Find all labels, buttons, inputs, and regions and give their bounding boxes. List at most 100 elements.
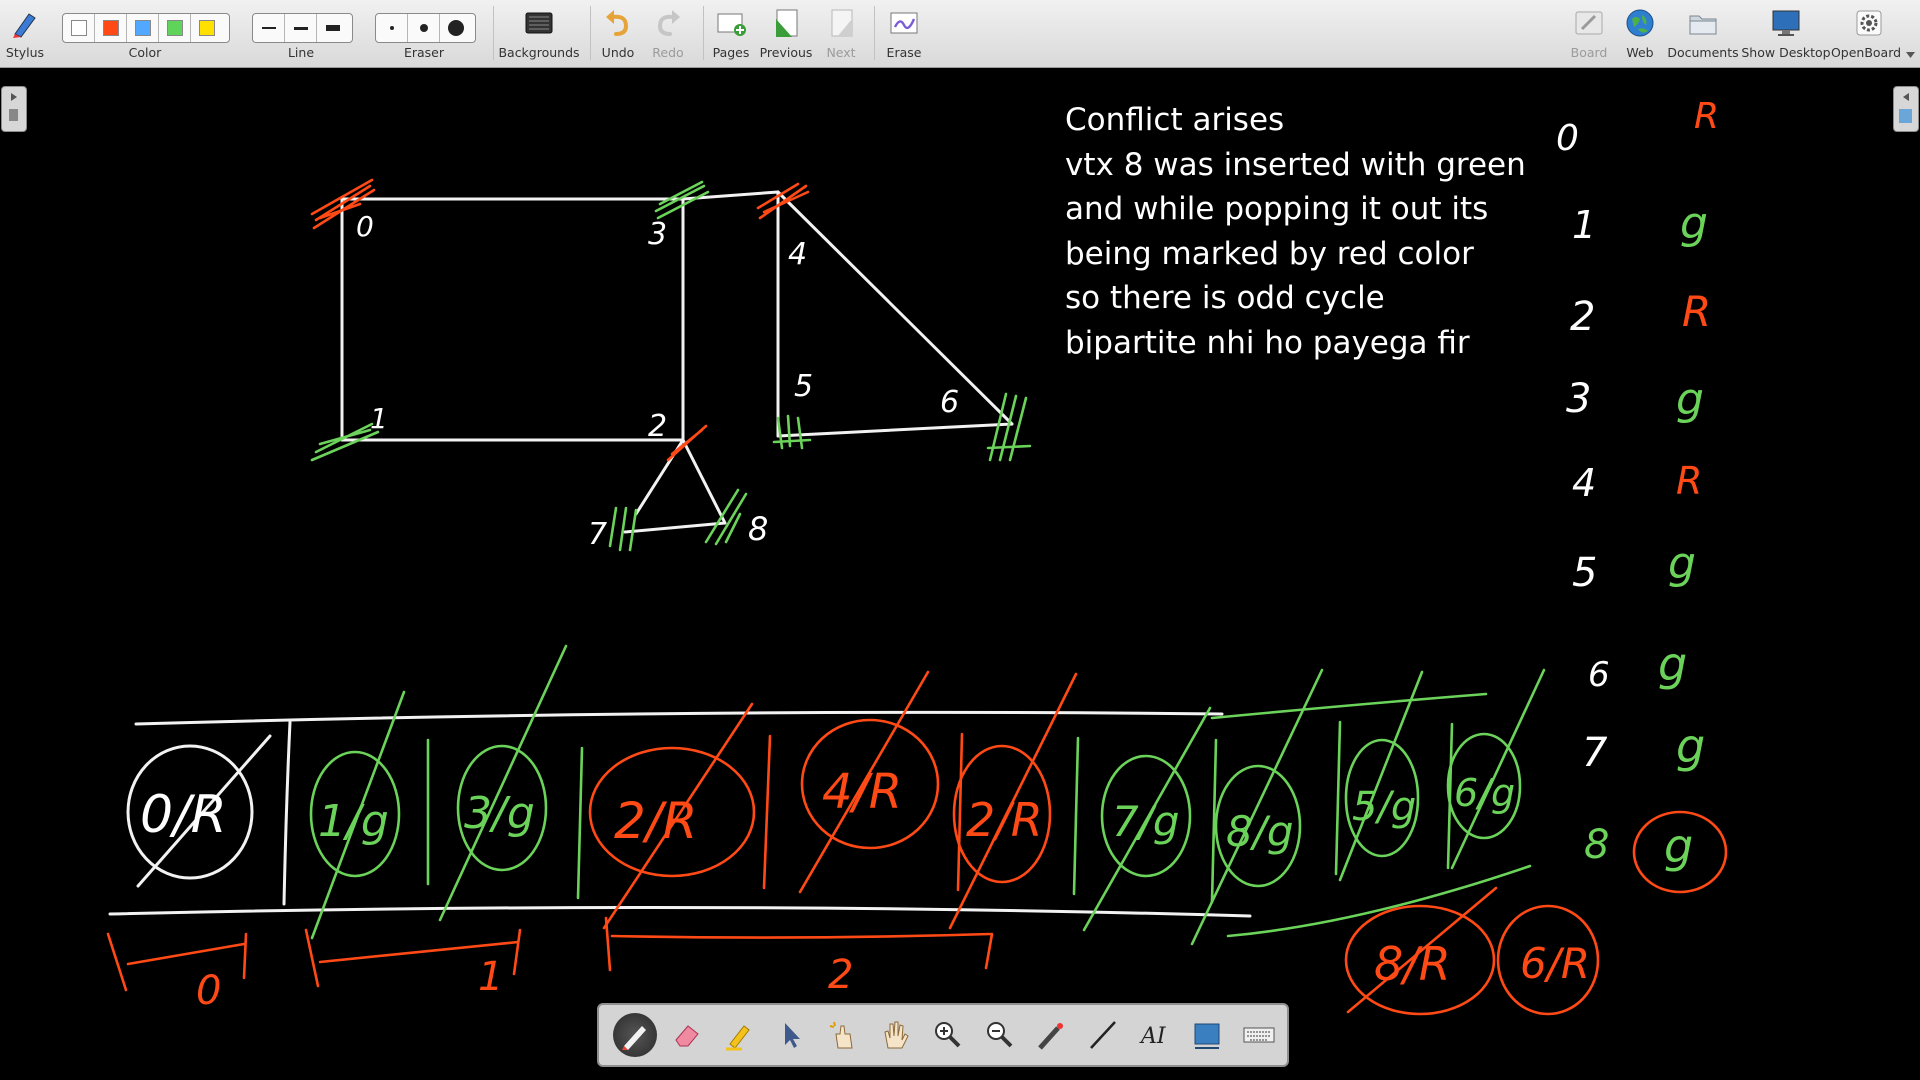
erase-label[interactable]: Erase — [887, 45, 922, 60]
next-label[interactable]: Next — [826, 45, 855, 60]
main-toolbar: Stylus Color Line Eraser Backgrounds Und… — [0, 0, 1920, 68]
undo-icon[interactable] — [602, 7, 634, 39]
openboard-settings-icon[interactable] — [1853, 7, 1885, 39]
highlighter-tool-button[interactable] — [713, 1009, 765, 1061]
board-label[interactable]: Board — [1571, 45, 1608, 60]
vertex-6-label: 6 — [940, 385, 959, 420]
eraser-icon — [675, 1025, 699, 1047]
queue-cell-9: 6/g — [1454, 771, 1515, 815]
color-white-button[interactable] — [63, 14, 95, 42]
redo-icon[interactable] — [652, 7, 684, 39]
color-yellow-button[interactable] — [191, 14, 223, 42]
line-icon — [1090, 1021, 1116, 1049]
chevron-down-icon[interactable] — [1906, 52, 1915, 58]
vertex-5-label: 5 — [794, 369, 813, 404]
board-icon[interactable] — [1573, 7, 1605, 39]
eraser-medium-button[interactable] — [408, 14, 440, 42]
toolbar-divider — [590, 6, 591, 60]
laser-pointer-button[interactable] — [1025, 1009, 1077, 1061]
color-red-button[interactable] — [95, 14, 127, 42]
queue-cell-0: 0/R — [140, 785, 227, 845]
zoom-out-button[interactable] — [973, 1009, 1025, 1061]
table-color-4: R — [1676, 459, 1702, 503]
color-blue-button[interactable] — [127, 14, 159, 42]
virtual-keyboard-button[interactable] — [1233, 1009, 1285, 1061]
eraser-large-button[interactable] — [440, 14, 472, 42]
pen-tool-button[interactable] — [613, 1013, 657, 1057]
color-green-swatch — [166, 20, 183, 36]
openboard-label[interactable]: OpenBoard — [1831, 45, 1901, 60]
queue-extra-0: 8/R — [1374, 937, 1451, 991]
graph-drawing: 0 1 2 3 4 5 6 7 8 — [310, 178, 1032, 552]
vertex-2-label: 2 — [648, 409, 667, 444]
redo-label[interactable]: Redo — [652, 45, 683, 60]
table-color-2: R — [1682, 287, 1711, 336]
eraser-small-button[interactable] — [376, 14, 408, 42]
previous-label[interactable]: Previous — [760, 45, 813, 60]
text-tool-button[interactable]: AI — [1129, 1009, 1181, 1061]
table-vertex-3: 3 — [1566, 376, 1591, 422]
erase-page-icon[interactable] — [888, 7, 920, 39]
hand-tool-button[interactable] — [869, 1009, 921, 1061]
backgrounds-icon[interactable] — [523, 7, 555, 39]
selector-tool-button[interactable] — [765, 1009, 817, 1061]
line-thick-button[interactable] — [317, 14, 349, 42]
level-2-label: 2 — [828, 952, 853, 998]
add-page-icon[interactable] — [715, 7, 747, 39]
line-thin-button[interactable] — [253, 14, 285, 42]
stylus-label[interactable]: Stylus — [6, 45, 44, 60]
zoom-in-button[interactable] — [921, 1009, 973, 1061]
table-color-8: g — [1664, 819, 1693, 873]
color-white-swatch — [70, 20, 87, 36]
web-label[interactable]: Web — [1626, 45, 1653, 60]
show-desktop-label[interactable]: Show Desktop — [1741, 45, 1830, 60]
queue-cell-3: 2/R — [614, 792, 697, 850]
next-page-icon[interactable] — [825, 7, 857, 39]
pages-label[interactable]: Pages — [713, 45, 750, 60]
level-1-label: 1 — [478, 954, 503, 1000]
vertex-0-label: 0 — [356, 210, 374, 243]
interactor-tool-button[interactable] — [817, 1009, 869, 1061]
undo-label[interactable]: Undo — [602, 45, 635, 60]
line-thin-icon — [261, 27, 276, 29]
documents-label[interactable]: Documents — [1667, 45, 1738, 60]
table-color-7: g — [1676, 719, 1705, 773]
line-width-picker[interactable] — [252, 13, 353, 43]
table-vertex-2: 2 — [1570, 294, 1595, 340]
table-vertex-0: 0 — [1556, 118, 1579, 159]
keyboard-icon — [1243, 1027, 1275, 1043]
table-vertex-4: 4 — [1572, 461, 1596, 505]
documents-folder-icon[interactable] — [1687, 7, 1719, 39]
show-desktop-icon[interactable] — [1770, 7, 1802, 39]
capture-tool-button[interactable] — [1181, 1009, 1233, 1061]
web-globe-icon[interactable] — [1624, 7, 1656, 39]
color-yellow-swatch — [199, 20, 215, 36]
table-color-3: g — [1676, 374, 1704, 425]
queue-extra-1: 6/R — [1520, 939, 1590, 988]
vertex-4-label: 4 — [788, 237, 807, 272]
whiteboard-canvas[interactable]: 0 1 2 3 4 5 6 7 8 0 R 1 g 2 R 3 g 4 R 5 … — [0, 68, 1920, 1080]
queue-cell-2: 3/g — [464, 788, 535, 839]
queue-cell-5: 2/R — [966, 793, 1043, 847]
table-vertex-5: 5 — [1572, 550, 1597, 596]
eraser-tool-button[interactable] — [661, 1009, 713, 1061]
eraser-label: Eraser — [403, 45, 445, 60]
stylus-icon[interactable] — [9, 7, 41, 39]
color-picker[interactable] — [62, 13, 230, 43]
line-medium-button[interactable] — [285, 14, 317, 42]
backgrounds-label[interactable]: Backgrounds — [498, 45, 579, 60]
previous-page-icon[interactable] — [770, 7, 802, 39]
line-thick-icon — [326, 25, 340, 31]
queue-cell-8: 5/g — [1352, 784, 1416, 830]
table-color-6: g — [1658, 637, 1687, 691]
color-green-button[interactable] — [159, 14, 191, 42]
ink-layer: 0 1 2 3 4 5 6 7 8 0 R 1 g 2 R 3 g 4 R 5 … — [106, 96, 1728, 1016]
eraser-large-icon — [448, 20, 464, 36]
pen-icon — [622, 1026, 646, 1050]
color-blue-swatch — [134, 20, 151, 36]
line-tool-button[interactable] — [1077, 1009, 1129, 1061]
vertex-1-label: 1 — [370, 402, 388, 435]
line-medium-icon — [293, 26, 308, 30]
eraser-size-picker[interactable] — [375, 13, 476, 43]
vertex-color-table: 0 R 1 g 2 R 3 g 4 R 5 g 6 g 7 g 8 g — [1556, 96, 1728, 894]
